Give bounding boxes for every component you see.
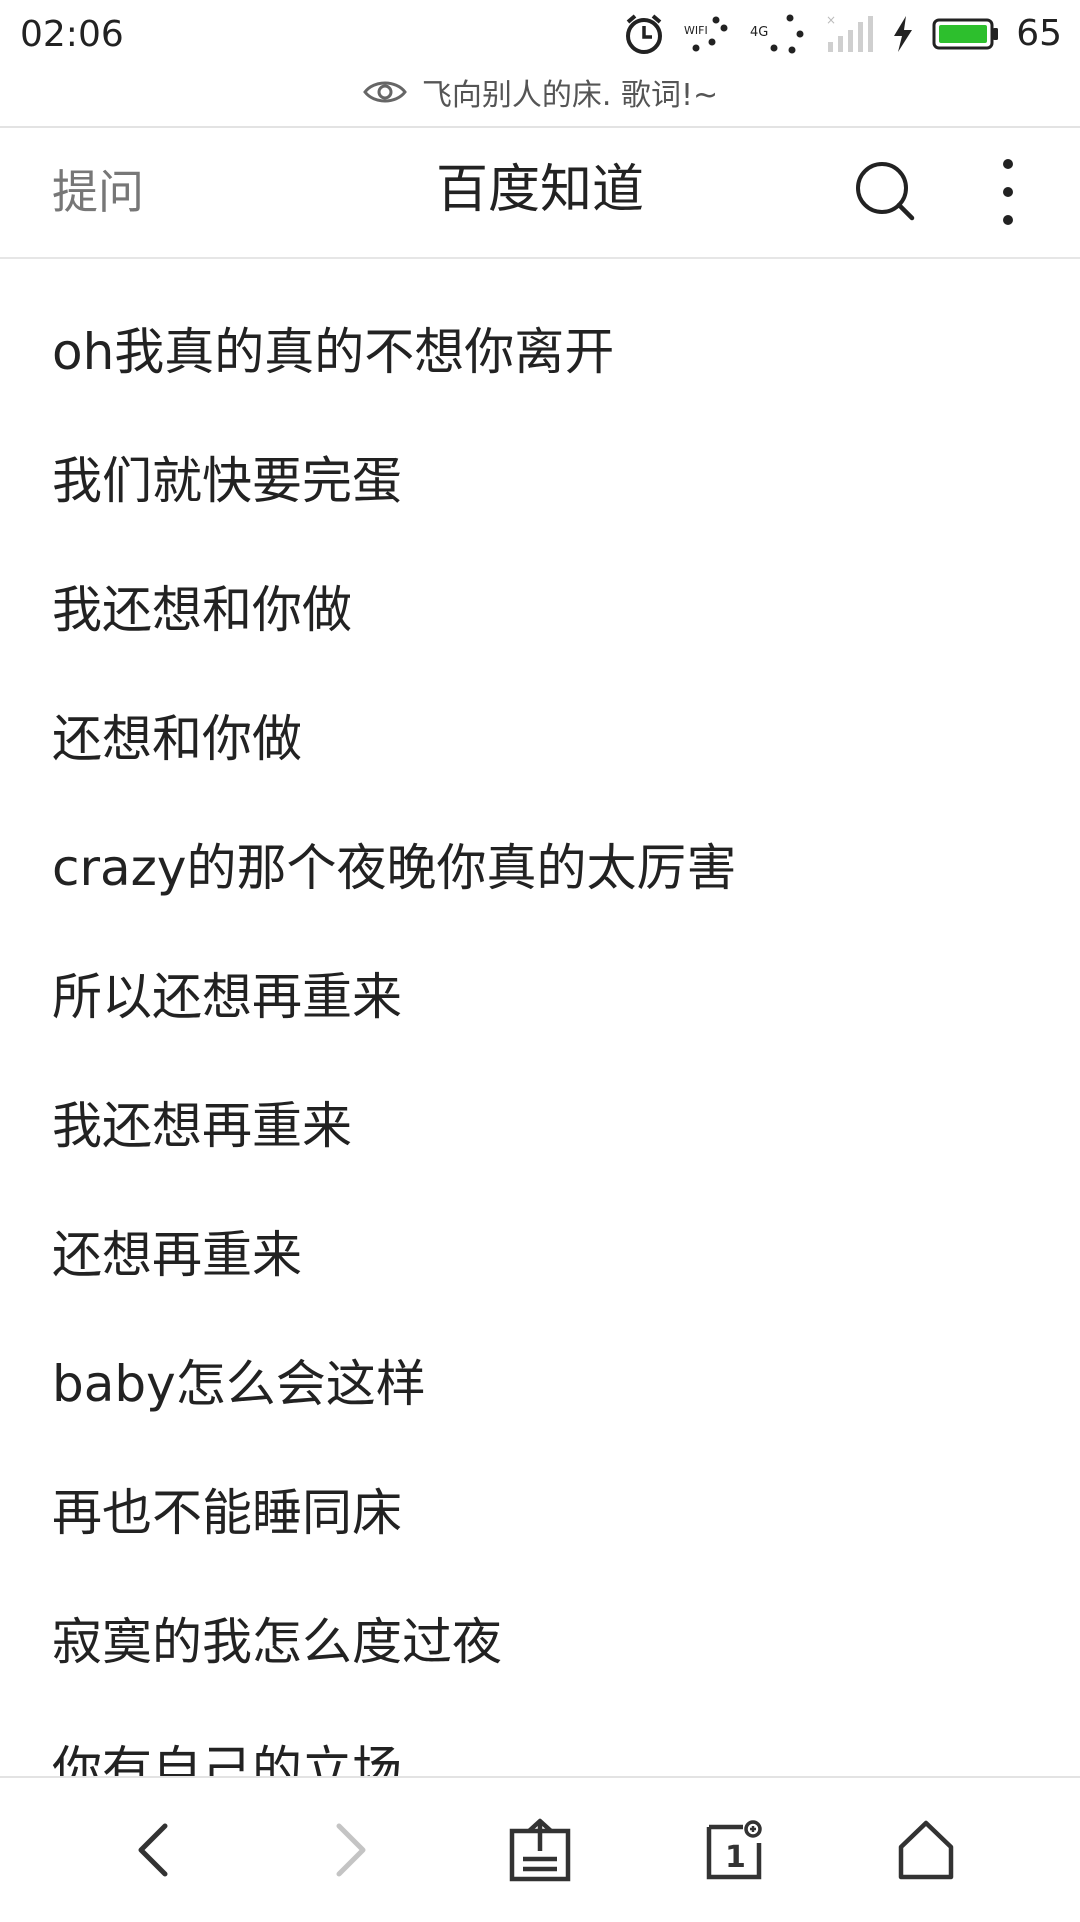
ask-question-button[interactable]: 提问 — [52, 162, 144, 222]
lyric-line: 你有自己的立场 — [52, 1741, 402, 1777]
status-bar: 02:06 WIFI 4G × 65 — [0, 0, 1080, 70]
lyric-line: 我们就快要完蛋 — [52, 452, 402, 510]
share-button[interactable] — [498, 1808, 582, 1892]
chevron-left-icon — [138, 1823, 168, 1877]
search-icon — [856, 162, 915, 221]
lyric-line: 还想再重来 — [52, 1226, 302, 1284]
home-button[interactable] — [884, 1808, 968, 1892]
more-menu-button[interactable] — [990, 154, 1026, 230]
battery-percent: 65 — [1016, 13, 1062, 54]
back-button[interactable] — [112, 1808, 196, 1892]
status-icons: WIFI 4G × 65 — [622, 8, 1062, 60]
signal-icon: × — [826, 13, 874, 52]
bottom-toolbar: 1 — [0, 1776, 1080, 1922]
wifi-icon: WIFI — [684, 16, 728, 52]
chevron-right-icon — [336, 1823, 366, 1877]
share-icon — [509, 1818, 571, 1882]
charging-icon — [894, 16, 913, 52]
lyric-line: crazy的那个夜晚你真的太厉害 — [52, 839, 737, 897]
tab-count: 1 — [725, 1840, 746, 1875]
page-subtitle: 飞向别人的床. 歌词!~ — [0, 64, 1080, 120]
lyric-line: baby怎么会这样 — [52, 1355, 426, 1413]
lyric-line: 我还想再重来 — [52, 1097, 352, 1155]
network-label: 4G — [750, 25, 768, 40]
home-icon — [898, 1820, 954, 1880]
tabs-icon: 1 — [706, 1820, 762, 1880]
lyric-line: 寂寞的我怎么度过夜 — [52, 1613, 502, 1671]
alarm-icon — [626, 14, 663, 54]
page-subtitle-text: 飞向别人的床. 歌词!~ — [421, 78, 719, 113]
answer-content[interactable]: oh我真的真的不想你离开 我们就快要完蛋 我还想和你做 还想和你做 crazy的… — [0, 259, 1080, 1777]
tabs-button[interactable]: 1 — [692, 1808, 776, 1892]
lyric-line: oh我真的真的不想你离开 — [52, 323, 615, 381]
lyric-line: 所以还想再重来 — [52, 968, 402, 1026]
search-button[interactable] — [852, 158, 920, 226]
lyric-line: 再也不能睡同床 — [52, 1484, 402, 1542]
mobile-data-icon: 4G — [750, 14, 804, 54]
eye-icon — [362, 81, 407, 103]
lyric-line: 还想和你做 — [52, 710, 302, 768]
status-time: 02:06 — [20, 14, 124, 55]
wifi-label: WIFI — [684, 24, 708, 37]
app-header: 提问 百度知道 — [0, 128, 1080, 256]
battery-icon — [932, 18, 999, 50]
svg-text:×: × — [826, 13, 836, 27]
more-vertical-icon — [1003, 159, 1013, 225]
forward-button[interactable] — [308, 1808, 392, 1892]
lyric-line: 我还想和你做 — [52, 581, 352, 639]
